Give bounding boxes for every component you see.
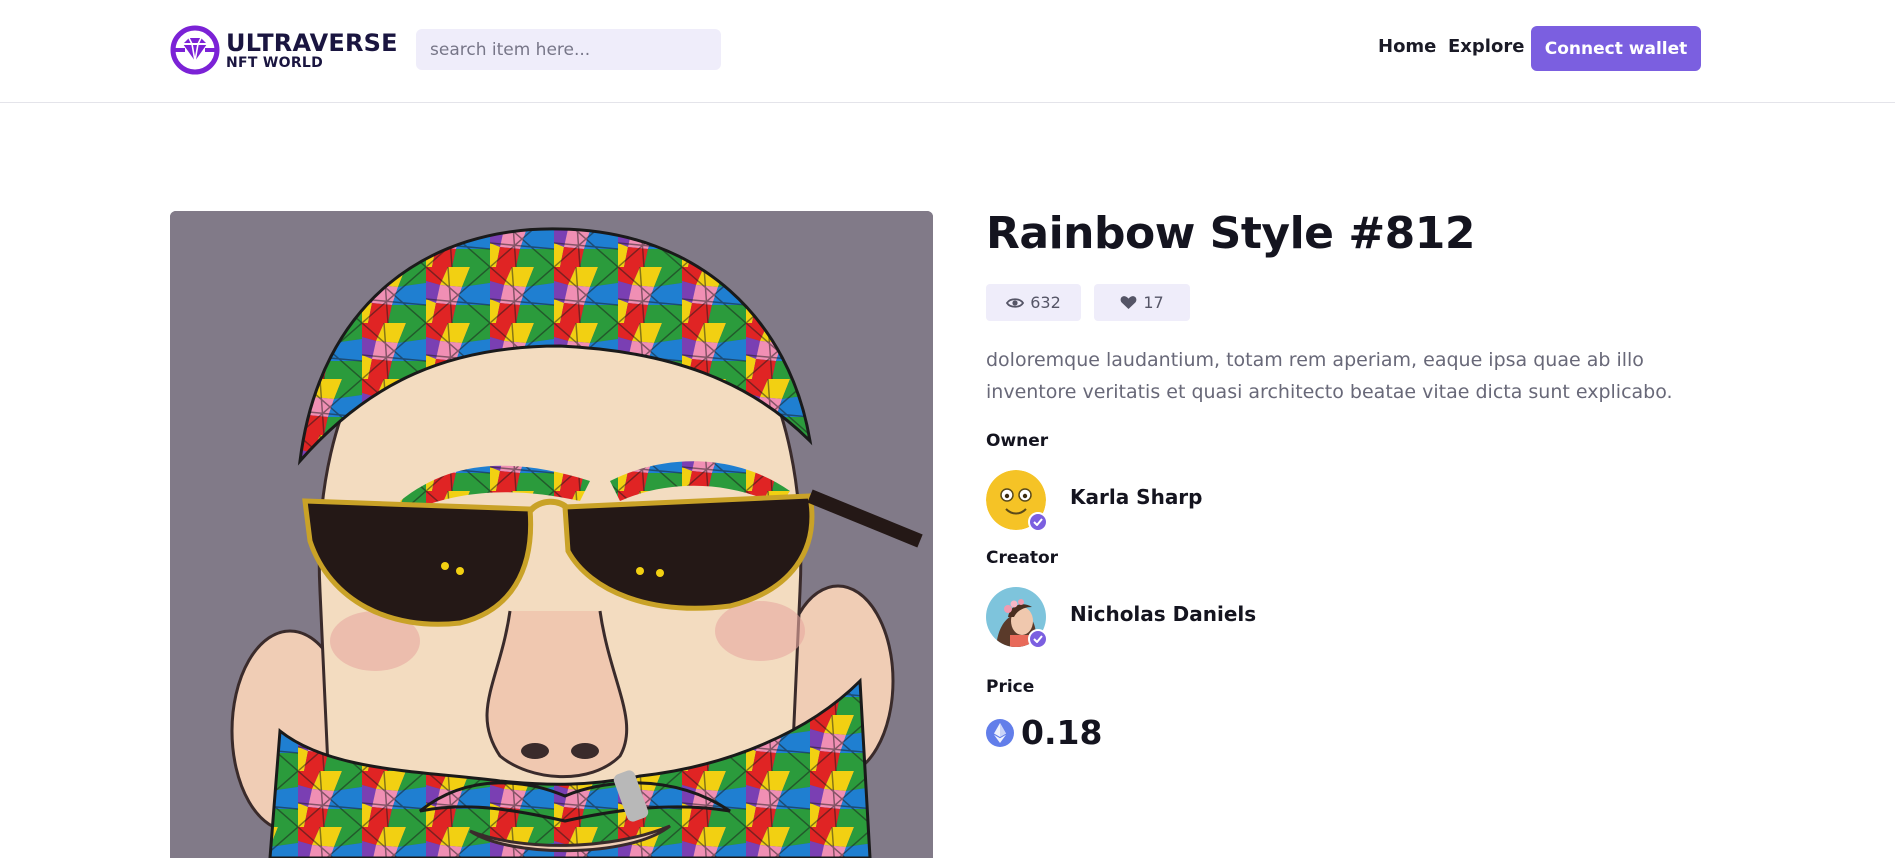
creator-avatar[interactable] [986, 587, 1048, 649]
eye-icon [1006, 297, 1025, 308]
diamond-logo-icon [170, 25, 220, 75]
likes-count: 17 [1143, 293, 1164, 312]
price-label: Price [986, 677, 1035, 697]
price-display: 0.18 [986, 713, 1102, 752]
connect-wallet-button[interactable]: Connect wallet [1531, 26, 1701, 71]
item-title: Rainbow Style #812 [986, 208, 1476, 259]
logo-title: ULTRAVERSE [226, 28, 398, 57]
item-description: doloremque laudantium, totam rem aperiam… [986, 349, 1673, 403]
search-input[interactable] [416, 29, 721, 70]
verified-badge-icon [1028, 512, 1048, 532]
nft-artwork-image [170, 211, 933, 858]
logo-subtitle: NFT WORLD [226, 54, 324, 71]
owner-name[interactable]: Karla Sharp [1070, 485, 1203, 509]
logo[interactable]: ULTRAVERSE NFT WORLD [170, 25, 398, 75]
views-badge: 632 [986, 284, 1081, 321]
views-count: 632 [1030, 293, 1061, 312]
heart-icon [1120, 296, 1137, 309]
painted-bearded-man-with-sunglasses-image [170, 211, 933, 858]
likes-button[interactable]: 17 [1094, 284, 1190, 321]
nav-home-link[interactable]: Home [1378, 36, 1436, 57]
verified-badge-icon [1028, 629, 1048, 649]
site-header: ULTRAVERSE NFT WORLD Home Explore Connec… [0, 0, 1895, 103]
nav-explore-link[interactable]: Explore [1448, 36, 1524, 57]
owner-label: Owner [986, 431, 1049, 451]
ethereum-icon [986, 718, 1014, 747]
price-value: 0.18 [1021, 713, 1103, 752]
owner-avatar[interactable] [986, 470, 1048, 532]
creator-label: Creator [986, 548, 1059, 568]
creator-name[interactable]: Nicholas Daniels [1070, 602, 1256, 626]
